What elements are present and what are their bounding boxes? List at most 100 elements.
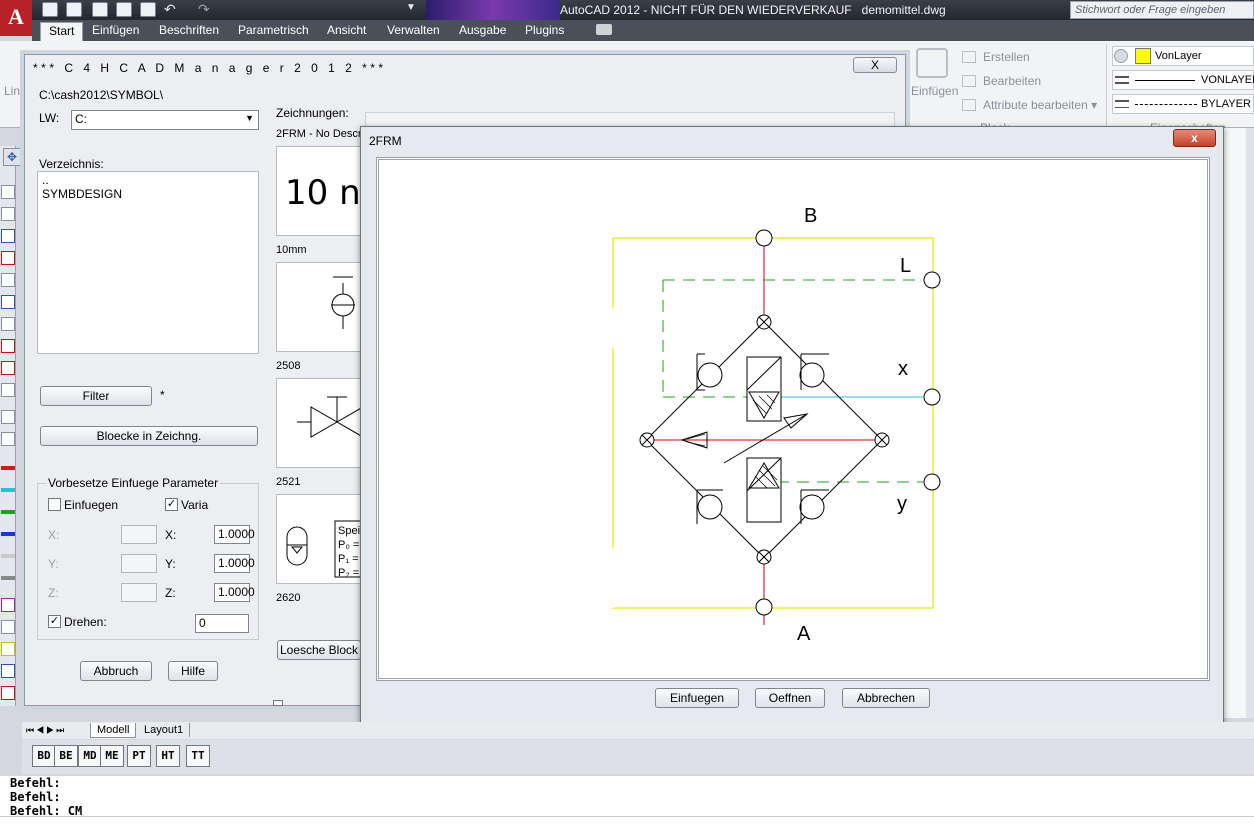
edit-block-button[interactable]: Bearbeiten: [983, 74, 1041, 88]
toolbar-button-md[interactable]: MD: [78, 745, 102, 767]
dimension-icon[interactable]: [1, 410, 15, 424]
tab-ausgabe[interactable]: Ausgabe: [451, 22, 514, 41]
toolbar-button-tt[interactable]: TT: [186, 745, 210, 767]
list-item[interactable]: ..: [38, 172, 258, 188]
line-icon[interactable]: [1, 620, 15, 634]
varia-checkbox[interactable]: ✓: [165, 498, 178, 511]
rotation-field[interactable]: 0: [195, 614, 249, 633]
oeffnen-button[interactable]: Oeffnen: [755, 688, 825, 708]
color-darkgray-tool[interactable]: [1, 576, 15, 580]
port-l-circle: [923, 271, 941, 289]
redo-icon[interactable]: ↷: [198, 1, 210, 18]
layout-nav-arrows[interactable]: ⏮◀▶⏭: [26, 725, 66, 736]
cadmanager-close-button[interactable]: X: [853, 57, 897, 73]
color-swatch: [1135, 48, 1151, 64]
color-selector[interactable]: VonLayer: [1112, 46, 1254, 66]
linetype-value: VONLAYER: [1201, 74, 1254, 86]
line-tool-label[interactable]: Lini: [4, 84, 23, 98]
hilfe-button[interactable]: Hilfe: [168, 661, 218, 681]
save-as-icon[interactable]: [116, 2, 132, 17]
move-icon[interactable]: [1, 185, 15, 199]
directory-list[interactable]: .. SYMBDESIGN: [37, 171, 259, 354]
tab-layout1[interactable]: Layout1: [138, 723, 191, 737]
abbruch-button[interactable]: Abbruch: [80, 661, 152, 681]
thumbnail-10mm[interactable]: 10 n: [276, 146, 362, 236]
label-l: L: [900, 255, 911, 277]
title-decoration: [426, 0, 560, 20]
z-field[interactable]: 1.0000: [214, 583, 255, 602]
x-field[interactable]: 1.0000: [214, 525, 255, 544]
array-icon[interactable]: [1, 273, 15, 287]
tab-ansicht[interactable]: Ansicht: [319, 22, 374, 41]
blocks-in-drawing-button[interactable]: Bloecke in Zeichng.: [40, 426, 258, 446]
tab-plugins[interactable]: Plugins: [517, 22, 572, 41]
undo-tool-icon[interactable]: [1, 664, 15, 678]
quick-access-dropdown-icon[interactable]: ▼: [400, 2, 422, 17]
stretch-icon[interactable]: [1, 361, 15, 375]
open-file-icon[interactable]: [66, 2, 82, 17]
preview-close-button[interactable]: x: [1173, 129, 1216, 147]
toolbar-button-ht[interactable]: HT: [156, 745, 180, 767]
help-search-input[interactable]: Stichwort oder Frage eingeben: [1070, 1, 1254, 19]
thumbnail-2521[interactable]: [276, 378, 364, 468]
color-red-tool[interactable]: [1, 466, 15, 470]
einfuegen-checkbox[interactable]: [48, 498, 61, 511]
command-input[interactable]: [0, 816, 1254, 831]
tab-beschriften[interactable]: Beschriften: [151, 22, 227, 41]
toolbar-button-be[interactable]: BE: [54, 745, 78, 767]
erase-icon[interactable]: [1, 686, 15, 700]
create-block-button[interactable]: Erstellen: [983, 50, 1030, 64]
linetype-selector[interactable]: VONLAYER: [1112, 70, 1254, 90]
einfuegen-button[interactable]: Einfuegen: [655, 688, 739, 708]
label-x: x: [898, 358, 908, 380]
y-field[interactable]: 1.0000: [214, 554, 255, 573]
insert-block-button[interactable]: Einfügen: [911, 84, 958, 98]
print-icon[interactable]: [140, 2, 156, 17]
thumbnail-2508[interactable]: [276, 262, 362, 352]
color-gray-tool[interactable]: [1, 554, 15, 558]
group-icon[interactable]: [1, 317, 15, 331]
vertical-scrollbar[interactable]: [1246, 128, 1254, 718]
edit-attributes-icon: [962, 99, 976, 111]
arc-icon[interactable]: [1, 432, 15, 446]
color-cyan-tool[interactable]: [1, 488, 15, 492]
undo-icon[interactable]: ↶: [164, 1, 176, 18]
list-item[interactable]: SYMBDESIGN: [38, 188, 258, 200]
toolbar-button-bd[interactable]: BD: [32, 745, 56, 767]
toolbar-button-me[interactable]: ME: [100, 745, 124, 767]
new-file-icon[interactable]: [42, 2, 58, 17]
tab-parametrisch[interactable]: Parametrisch: [230, 22, 317, 41]
drive-select[interactable]: C: ▼: [71, 110, 259, 130]
drehen-checkbox[interactable]: ✓: [48, 615, 61, 628]
region-icon[interactable]: [1, 598, 15, 612]
port-b-circle: [755, 229, 773, 247]
mirror-icon[interactable]: [1, 229, 15, 243]
scale-icon[interactable]: [1, 251, 15, 265]
delete-block-button[interactable]: Loesche Block: [277, 640, 361, 660]
edit-attributes-button[interactable]: Attribute bearbeiten ▾: [983, 98, 1097, 112]
tab-einfuegen[interactable]: Einfügen: [84, 22, 147, 41]
autocad-logo-icon[interactable]: A: [0, 0, 32, 36]
tab-verwalten[interactable]: Verwalten: [379, 22, 448, 41]
help-icon[interactable]: [1, 295, 15, 309]
pan-icon[interactable]: ✥: [3, 148, 21, 166]
save-icon[interactable]: [92, 2, 108, 17]
abbrechen-button[interactable]: Abbrechen: [842, 688, 930, 708]
tab-start[interactable]: Start: [40, 22, 84, 41]
filter-button[interactable]: Filter: [40, 386, 152, 406]
panel-toggle-icon[interactable]: [596, 24, 612, 35]
color-blue-tool[interactable]: [1, 532, 15, 536]
insert-block-icon[interactable]: [916, 48, 948, 78]
color-green-tool[interactable]: [1, 510, 15, 514]
pen-icon[interactable]: [1, 339, 15, 353]
rotate-icon[interactable]: [1, 207, 15, 221]
x-label-disabled: X:: [48, 528, 60, 542]
ribbon-separator: [1106, 44, 1107, 126]
variants-checkbox[interactable]: [273, 700, 283, 706]
explode-icon[interactable]: [1, 383, 15, 397]
toolbar-button-pt[interactable]: PT: [127, 745, 151, 767]
lineweight-selector[interactable]: BYLAYER: [1112, 94, 1254, 114]
hatch-icon[interactable]: [1, 642, 15, 656]
thumbnail-2620[interactable]: Spei P₀ = P₁ = P₂ =: [276, 494, 364, 584]
tab-model[interactable]: Modell: [90, 723, 137, 738]
